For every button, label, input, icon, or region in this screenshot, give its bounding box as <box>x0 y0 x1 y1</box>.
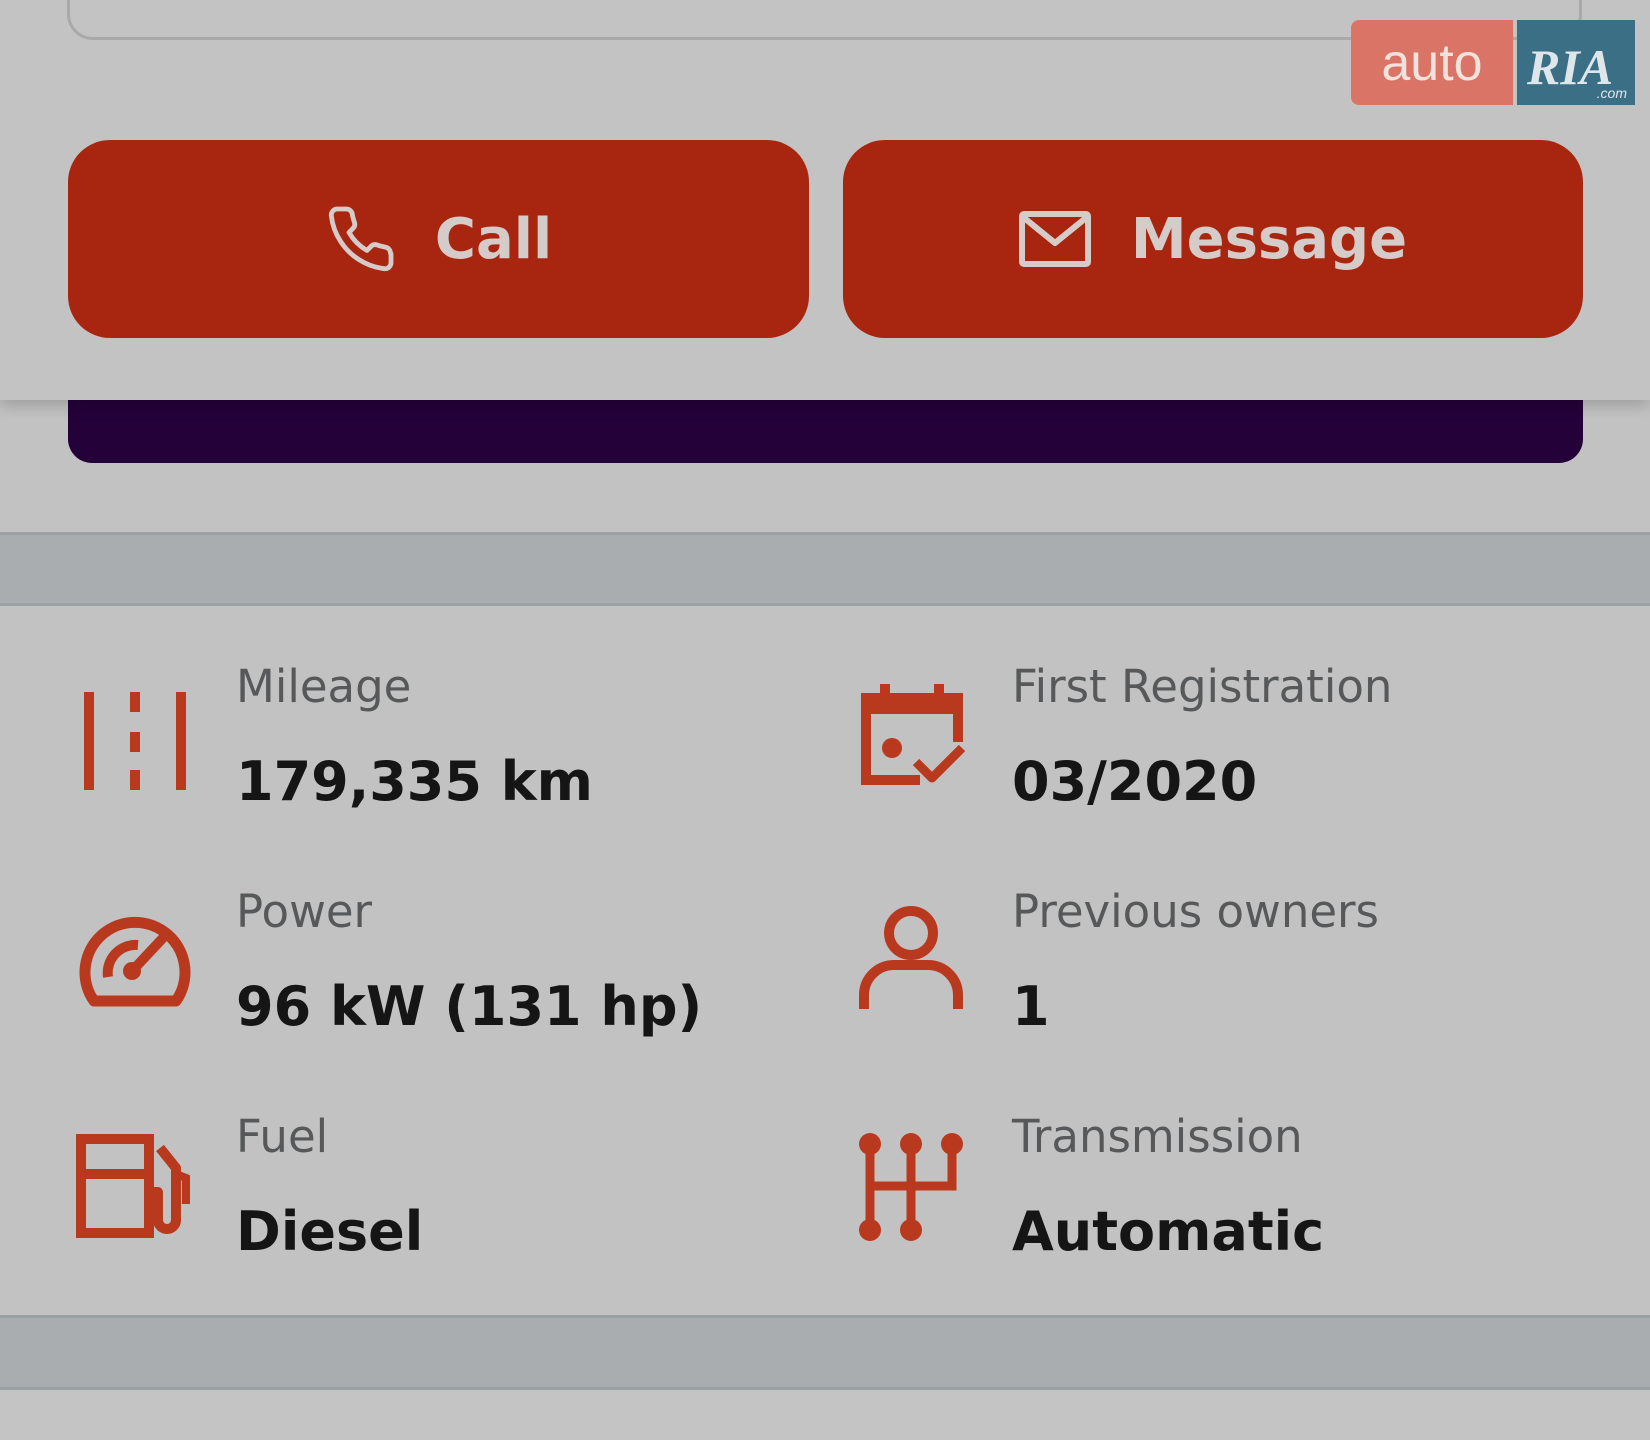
spec-value: 179,335 km <box>236 750 593 813</box>
section-divider <box>0 1315 1650 1390</box>
spec-label: Fuel <box>236 1110 329 1163</box>
section-divider <box>0 532 1650 606</box>
speedometer-icon <box>79 916 191 1007</box>
person-icon <box>859 906 963 1009</box>
spec-value: Automatic <box>1012 1200 1325 1263</box>
spec-value: Diesel <box>236 1200 424 1263</box>
call-button-label: Call <box>434 206 553 272</box>
autoria-logo: auto RIA .com <box>1351 20 1635 105</box>
spec-label: Transmission <box>1012 1110 1303 1163</box>
logo-auto-text: auto <box>1351 20 1513 105</box>
spec-label: Previous owners <box>1012 885 1379 938</box>
spec-label: Power <box>236 885 373 938</box>
phone-icon <box>328 206 394 272</box>
fuel-pump-icon <box>76 1134 190 1238</box>
road-icon <box>84 692 186 790</box>
spec-value: 03/2020 <box>1012 750 1258 813</box>
logo-ria-suffix: .com <box>1596 85 1627 101</box>
spec-value: 1 <box>1012 975 1050 1038</box>
message-button[interactable]: Message <box>843 140 1583 338</box>
next-section-edge <box>0 1390 1650 1440</box>
logo-ria-block: RIA .com <box>1517 20 1635 105</box>
spec-value: 96 kW (131 hp) <box>236 975 703 1038</box>
spec-label: Mileage <box>236 660 412 713</box>
spec-label: First Registration <box>1012 660 1393 713</box>
gear-shift-icon <box>859 1133 963 1241</box>
call-button[interactable]: Call <box>68 140 809 338</box>
mail-icon <box>1018 211 1091 267</box>
message-button-label: Message <box>1130 206 1408 272</box>
calendar-check-icon <box>861 684 966 785</box>
